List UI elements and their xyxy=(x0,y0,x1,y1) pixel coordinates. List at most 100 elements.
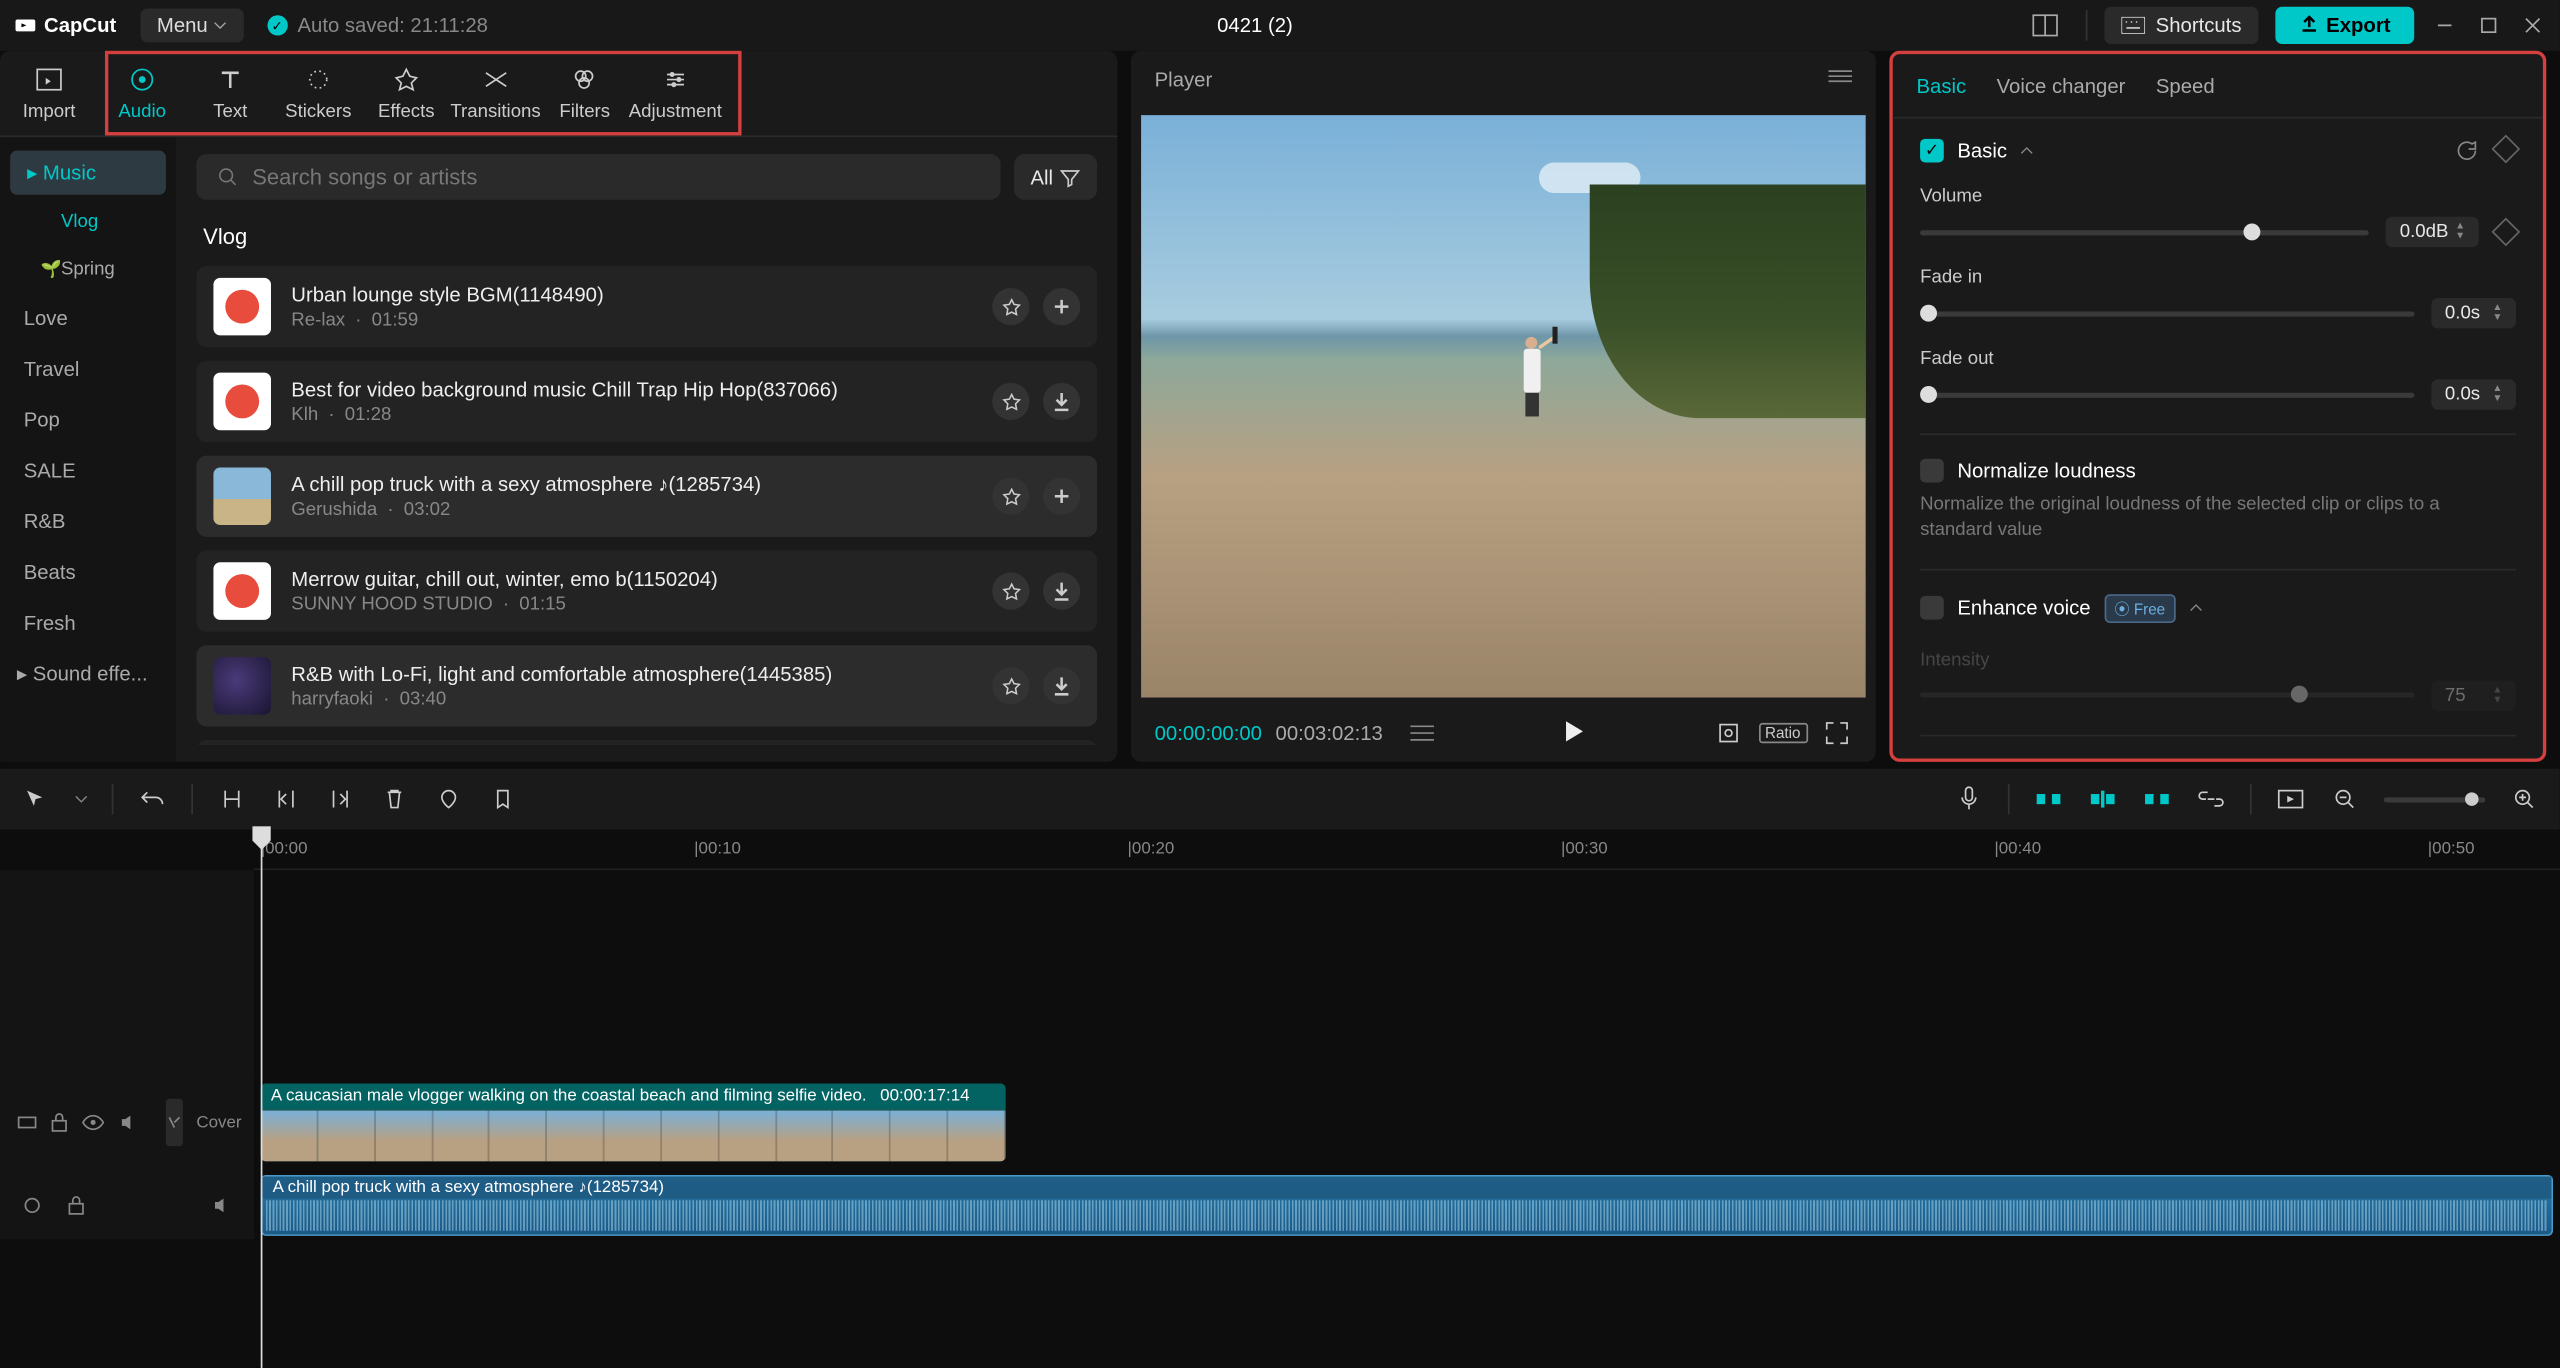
video-preview[interactable] xyxy=(1141,115,1866,697)
category-rnb[interactable]: R&B xyxy=(0,496,176,547)
audio-track-mute-icon[interactable] xyxy=(207,1190,237,1220)
favorite-button[interactable] xyxy=(992,477,1029,514)
zoom-out-button[interactable] xyxy=(2330,784,2360,814)
add-download-button[interactable] xyxy=(1043,288,1080,325)
category-vlog[interactable]: Vlog xyxy=(0,198,176,245)
category-beats[interactable]: Beats xyxy=(0,547,176,598)
split-left-tool[interactable] xyxy=(271,784,301,814)
video-clip[interactable]: A caucasian male vlogger walking on the … xyxy=(261,1084,1006,1162)
enhance-checkbox[interactable] xyxy=(1920,596,1944,620)
tab-adjustment[interactable]: Adjustment xyxy=(629,51,722,136)
song-row[interactable]: Urban lounge style BGM(1148490)Re-lax · … xyxy=(196,266,1097,347)
zoom-in-button[interactable] xyxy=(2509,784,2539,814)
prop-tab-voice-changer[interactable]: Voice changer xyxy=(1997,57,2126,115)
tab-effects[interactable]: Effects xyxy=(362,51,450,136)
link-toggle[interactable] xyxy=(2196,784,2226,814)
export-button[interactable]: Export xyxy=(2275,7,2414,44)
magnet-toggle-3[interactable] xyxy=(2142,784,2172,814)
shortcuts-button[interactable]: Shortcuts xyxy=(2105,7,2259,44)
category-sale[interactable]: SALE xyxy=(0,445,176,496)
track-lock-icon[interactable] xyxy=(51,1107,68,1137)
tab-filters[interactable]: Filters xyxy=(541,51,629,136)
fullscreen-button[interactable] xyxy=(1822,718,1852,748)
volume-keyframe[interactable] xyxy=(2495,222,2515,242)
intensity-slider[interactable] xyxy=(1920,693,2414,698)
song-row[interactable]: Best for video background music Chill Tr… xyxy=(196,361,1097,442)
volume-value[interactable]: 0.0dB▲▼ xyxy=(2386,217,2479,247)
search-input[interactable]: Search songs or artists xyxy=(196,154,1000,200)
track-mute-icon[interactable] xyxy=(119,1107,139,1137)
marker-out-tool[interactable] xyxy=(488,784,518,814)
zoom-slider[interactable] xyxy=(2384,797,2486,802)
category-pop[interactable]: Pop xyxy=(0,394,176,445)
add-download-button[interactable] xyxy=(1043,667,1080,704)
split-right-tool[interactable] xyxy=(325,784,355,814)
category-travel[interactable]: Travel xyxy=(0,344,176,395)
magnet-toggle-1[interactable] xyxy=(2033,784,2063,814)
favorite-button[interactable] xyxy=(992,667,1029,704)
category-love[interactable]: Love xyxy=(0,293,176,344)
video-track[interactable]: Cover A caucasian male vlogger walking o… xyxy=(0,1073,2560,1171)
minimize-button[interactable] xyxy=(2431,12,2458,39)
playhead[interactable] xyxy=(261,830,263,1368)
filter-all-button[interactable]: All xyxy=(1014,154,1098,200)
audio-track[interactable]: A chill pop truck with a sexy atmosphere… xyxy=(0,1172,2560,1240)
marker-in-tool[interactable] xyxy=(433,784,463,814)
audio-track-collapse-icon[interactable] xyxy=(17,1190,47,1220)
keyframe-icon[interactable] xyxy=(2495,139,2515,163)
song-thumbnail[interactable] xyxy=(213,562,271,620)
fade-in-slider[interactable] xyxy=(1920,311,2414,316)
song-row[interactable]: Merrow guitar, chill out, winter, emo b(… xyxy=(196,550,1097,631)
delete-tool[interactable] xyxy=(379,784,409,814)
favorite-button[interactable] xyxy=(992,383,1029,420)
play-button[interactable] xyxy=(1560,718,1590,748)
song-row[interactable]: R&B with Lo-Fi, light and comfortable at… xyxy=(196,645,1097,726)
undo-button[interactable] xyxy=(137,784,167,814)
split-tool[interactable] xyxy=(217,784,247,814)
tab-import[interactable]: Import xyxy=(0,51,98,136)
cover-button[interactable] xyxy=(166,1099,183,1146)
favorite-button[interactable] xyxy=(992,288,1029,325)
tab-text[interactable]: Text xyxy=(186,51,274,136)
add-download-button[interactable] xyxy=(1043,383,1080,420)
magnet-toggle-2[interactable] xyxy=(2087,784,2117,814)
player-menu-icon[interactable] xyxy=(1828,68,1852,92)
category-music[interactable]: ▸ Music xyxy=(10,151,166,195)
close-button[interactable] xyxy=(2519,12,2546,39)
category-spring[interactable]: Spring xyxy=(0,245,176,292)
normalize-checkbox[interactable] xyxy=(1920,459,1944,483)
menu-button[interactable]: Menu xyxy=(140,8,243,42)
tab-audio[interactable]: Audio xyxy=(98,51,186,136)
song-thumbnail[interactable] xyxy=(213,467,271,525)
timeline-ruler[interactable]: |00:00|00:10|00:20|00:30|00:40|00:50 xyxy=(254,830,2560,871)
basic-checkbox[interactable]: ✓ xyxy=(1920,139,1944,163)
category-sound-effects[interactable]: ▸ Sound effe... xyxy=(0,648,176,699)
audio-clip[interactable]: A chill pop truck with a sexy atmosphere… xyxy=(261,1175,2553,1236)
list-icon[interactable] xyxy=(1407,718,1437,748)
track-collapse-icon[interactable] xyxy=(17,1107,37,1137)
song-thumbnail[interactable] xyxy=(213,657,271,715)
tab-stickers[interactable]: Stickers xyxy=(274,51,362,136)
add-download-button[interactable] xyxy=(1043,572,1080,609)
song-row[interactable]: Organic, fashionable, morning, refreshin… xyxy=(196,740,1097,745)
song-thumbnail[interactable] xyxy=(213,372,271,430)
favorite-button[interactable] xyxy=(992,572,1029,609)
mic-button[interactable] xyxy=(1954,784,1984,814)
preview-toggle[interactable] xyxy=(2275,784,2305,814)
prop-tab-speed[interactable]: Speed xyxy=(2156,57,2215,115)
track-visible-icon[interactable] xyxy=(81,1107,105,1137)
song-row[interactable]: A chill pop truck with a sexy atmosphere… xyxy=(196,455,1097,536)
intensity-value[interactable]: 75▲▼ xyxy=(2431,680,2516,710)
selection-tool[interactable] xyxy=(20,784,50,814)
volume-slider[interactable] xyxy=(1920,229,2369,234)
fade-in-value[interactable]: 0.0s▲▼ xyxy=(2431,298,2516,328)
tab-transitions[interactable]: Transitions xyxy=(450,51,540,136)
ratio-button[interactable]: Ratio xyxy=(1767,718,1797,748)
scale-icon[interactable] xyxy=(1713,718,1743,748)
fade-out-slider[interactable] xyxy=(1920,392,2414,397)
song-thumbnail[interactable] xyxy=(213,278,271,336)
maximize-button[interactable] xyxy=(2475,12,2502,39)
category-fresh[interactable]: Fresh xyxy=(0,598,176,649)
add-download-button[interactable] xyxy=(1043,477,1080,514)
reset-icon[interactable] xyxy=(2455,139,2479,163)
